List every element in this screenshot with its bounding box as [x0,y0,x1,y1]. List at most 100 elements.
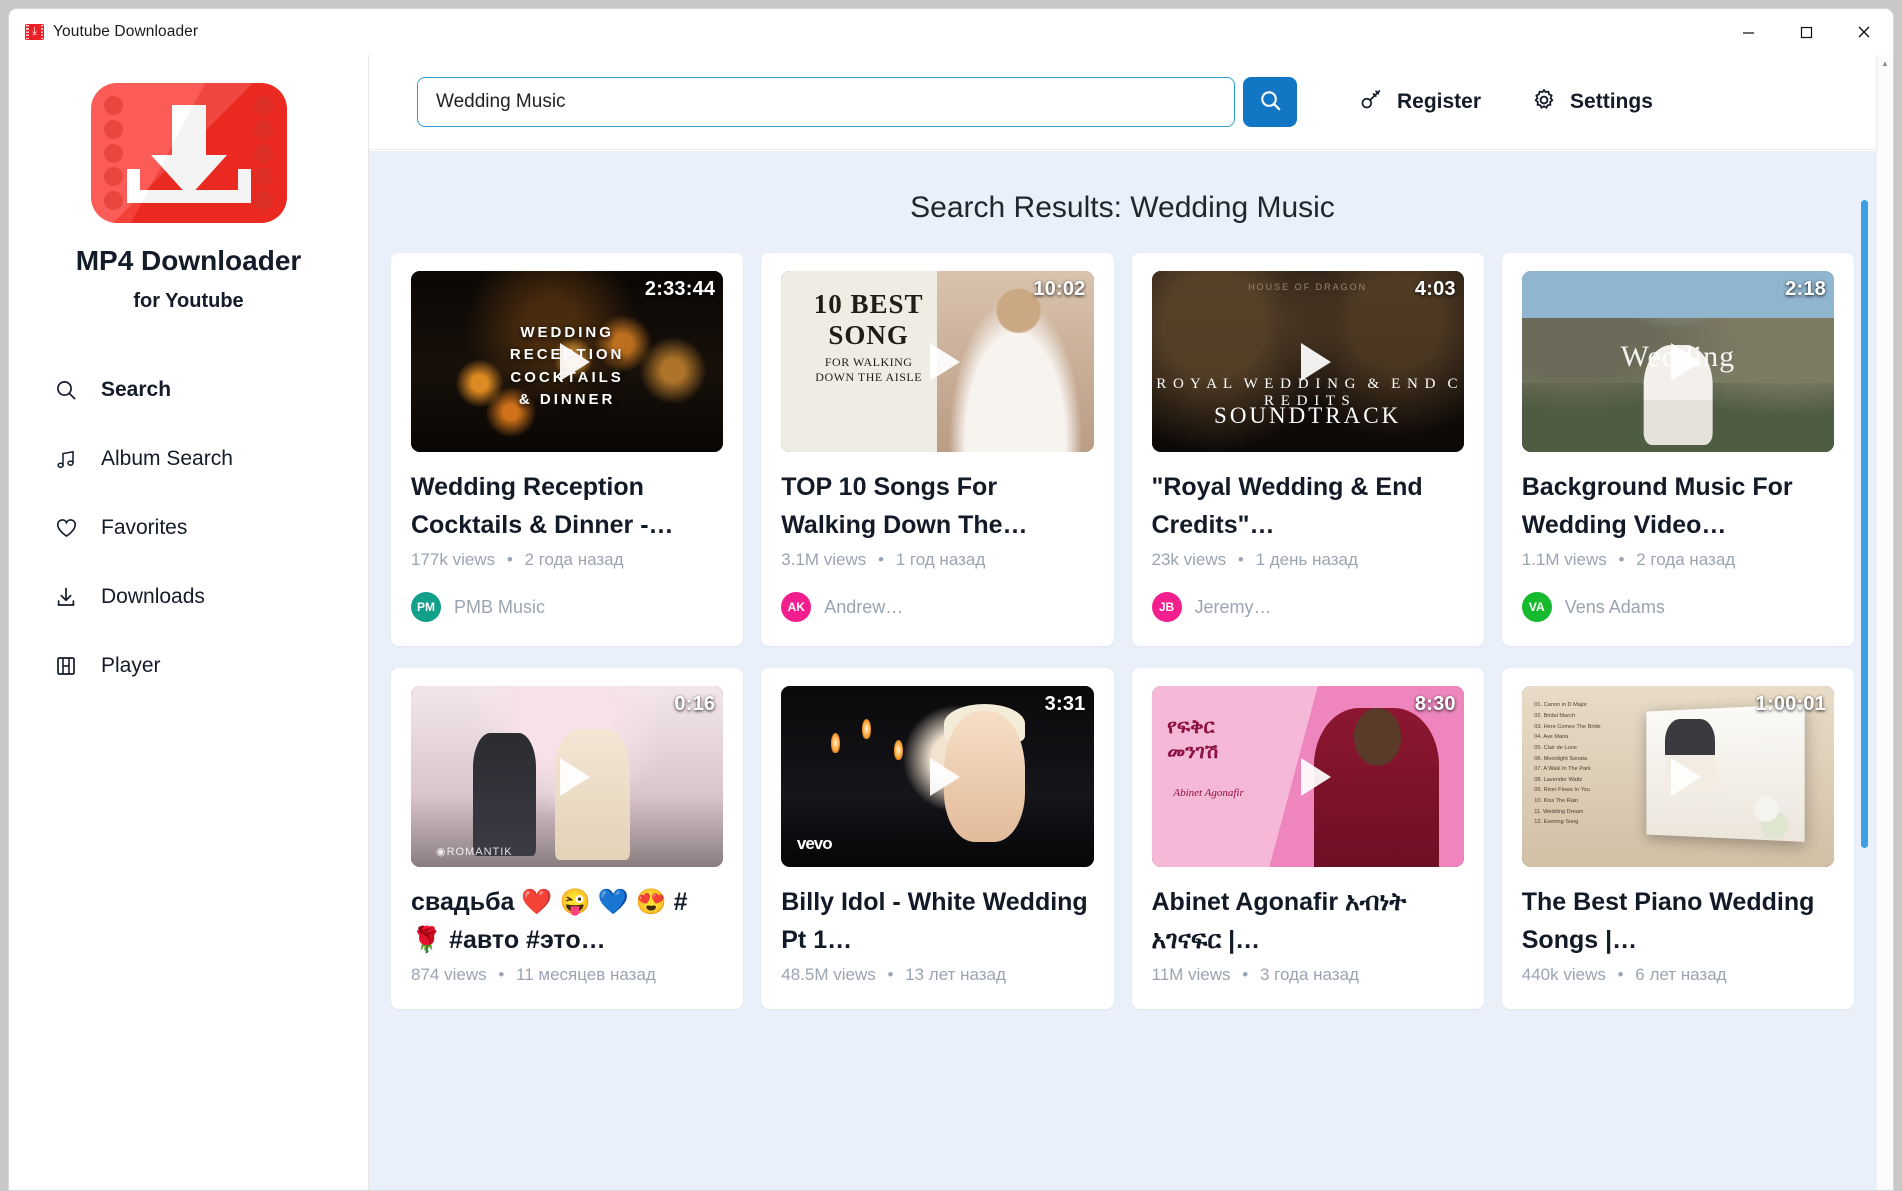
meta-separator: • [1242,965,1249,984]
sidebar-item-album-search[interactable]: Album Search [9,424,368,493]
channel-row[interactable]: JB Jeremy… [1151,592,1464,622]
sidebar-item-downloads[interactable]: Downloads [9,562,368,631]
close-icon[interactable] [1835,9,1893,55]
video-thumbnail[interactable]: Wedding 2:18 [1521,271,1834,452]
play-icon[interactable] [1670,757,1701,796]
duration-badge: 2:18 [1785,278,1826,300]
search-input[interactable] [417,77,1235,127]
content-scrollbar-thumb[interactable] [1861,200,1868,848]
results-row: WEDDING RECEPTION COCKTAILS & DINNER 2:33:4… [391,253,1854,646]
key-icon [1359,87,1384,117]
view-count: 23k views [1151,550,1227,569]
avatar: AK [781,592,812,622]
video-meta: 177k views • 2 года назад [411,550,723,570]
view-count: 177k views [411,550,496,569]
view-count: 1.1M views [1521,550,1607,569]
meta-separator: • [1618,550,1625,569]
video-thumbnail[interactable]: WEDDING RECEPTION COCKTAILS & DINNER 2:33:4… [411,271,724,452]
view-count: 11M views [1151,965,1231,984]
duration-badge: 4:03 [1414,278,1456,300]
play-icon[interactable] [1670,342,1701,381]
results-row: ◉ROMANTIK 0:16 свадьба ❤️ 😜 💙 😍 # 🌹 #авт… [391,668,1854,1009]
page-title: Search Results: Wedding Music [910,191,1335,224]
video-card[interactable]: 10 BEST SONG FOR WALKING DOWN THE AISLE … [761,253,1114,646]
channel-row[interactable]: AK Andrew… [781,592,1093,622]
video-meta: 3.1M views • 1 год назад [781,550,1093,570]
settings-button[interactable]: Settings [1531,87,1653,118]
view-count: 874 views [411,965,487,984]
maximize-icon[interactable] [1777,9,1835,55]
video-meta: 874 views • 11 месяцев назад [411,965,723,985]
play-icon[interactable] [1300,342,1331,381]
meta-separator: • [498,965,505,984]
film-icon [53,653,79,679]
thumbnail-overlay-text: የፍቅር መንገሽ [1167,715,1219,763]
duration-badge: 10:02 [1033,278,1086,300]
video-thumbnail[interactable]: 10 BEST SONG FOR WALKING DOWN THE AISLE … [781,271,1094,452]
video-card[interactable]: Wedding 2:18 Background Music For Weddin… [1501,253,1854,646]
video-card[interactable]: የፍቅር መንገሽ Abinet Agonafir 8:30 Abinet Ago… [1131,668,1484,1009]
channel-row[interactable]: PM PMB Music [411,592,723,622]
view-count: 3.1M views [781,550,867,569]
minimize-icon[interactable] [1719,9,1777,55]
window-controls [1719,9,1893,55]
duration-badge: 2:33:44 [644,278,716,300]
video-title: TOP 10 Songs For Walking Down The… [781,473,1028,539]
video-title: Wedding Reception Cocktails & Dinner -… [411,473,674,539]
video-title: Billy Idol - White Wedding Pt 1… [781,888,1088,954]
thumbnail-overlay-text: 10 BEST SONG FOR WALKING DOWN THE AISLE [813,289,924,385]
video-card[interactable]: 01. Canon in D Major 02. Bridal March 03. … [1501,668,1854,1009]
video-age: 1 день назад [1255,550,1358,569]
video-age: 6 лет назад [1635,965,1727,984]
app-icon: ⤓ [25,24,44,40]
duration-badge: 8:30 [1414,693,1456,715]
window-scrollbar[interactable]: ▲ [1876,55,1893,1190]
avatar: VA [1521,592,1552,622]
video-meta: 11M views • 3 года назад [1152,965,1464,985]
meta-separator: • [1617,965,1624,984]
sidebar-item-label: Search [101,377,172,401]
app-window: ⤓ Youtube Downloader MP4 Downloader for … [8,8,1894,1191]
video-card[interactable]: vevo 3:31 Billy Idol - White Wedding Pt … [761,668,1114,1009]
results-area: Search Results: Wedding Music WEDDING REC… [369,151,1876,1190]
video-thumbnail[interactable]: HOUSE OF DRAGON R O Y A L W E D D I N G … [1151,271,1464,452]
top-bar: Register Settings [369,55,1893,150]
meta-separator: • [878,550,884,569]
video-card[interactable]: HOUSE OF DRAGON R O Y A L W E D D I N G … [1131,253,1484,646]
video-age: 11 месяцев назад [516,965,656,984]
play-icon[interactable] [930,342,961,381]
download-icon [53,584,79,610]
window-body: MP4 Downloader for Youtube Search Album … [9,55,1893,1190]
channel-row[interactable]: VA Vens Adams [1521,592,1834,622]
video-thumbnail[interactable]: 01. Canon in D Major 02. Bridal March 03. … [1521,686,1834,867]
video-age: 13 лет назад [905,965,1006,984]
sidebar-item-favorites[interactable]: Favorites [9,493,368,562]
channel-name: Vens Adams [1564,596,1665,617]
gear-icon [1531,87,1557,118]
video-meta: 23k views • 1 день назад [1152,550,1464,570]
view-count: 48.5M views [781,965,876,984]
brand-subtitle: for Youtube [133,290,244,312]
sidebar-item-search[interactable]: Search [9,355,368,424]
thumbnail-overlay-text: vevo [796,834,833,854]
search-icon [1258,88,1283,116]
thumbnail-overlay-text: ◉ROMANTIK [435,845,513,858]
scroll-up-arrow-icon[interactable]: ▲ [1877,55,1893,72]
channel-name: PMB Music [454,596,546,617]
play-icon[interactable] [560,757,591,796]
video-card[interactable]: ◉ROMANTIK 0:16 свадьба ❤️ 😜 💙 😍 # 🌹 #авт… [391,668,744,1009]
play-icon[interactable] [1300,757,1331,796]
video-card[interactable]: WEDDING RECEPTION COCKTAILS & DINNER 2:33:4… [391,253,744,646]
play-icon[interactable] [560,342,591,381]
search-button[interactable] [1243,77,1297,127]
video-title: The Best Piano Wedding Songs |… [1521,888,1815,954]
video-thumbnail[interactable]: ◉ROMANTIK 0:16 [411,686,724,867]
play-icon[interactable] [930,757,961,796]
channel-name: Andrew… [824,596,904,617]
thumbnail-overlay-text: 01. Canon in D Major 02. Bridal March 03. … [1534,702,1601,826]
video-thumbnail[interactable]: የፍቅር መንገሽ Abinet Agonafir 8:30 [1151,686,1464,867]
video-thumbnail[interactable]: vevo 3:31 [781,686,1094,867]
register-button[interactable]: Register [1359,87,1481,117]
sidebar-item-player[interactable]: Player [9,631,368,700]
top-bar-actions: Register Settings [1359,87,1653,118]
